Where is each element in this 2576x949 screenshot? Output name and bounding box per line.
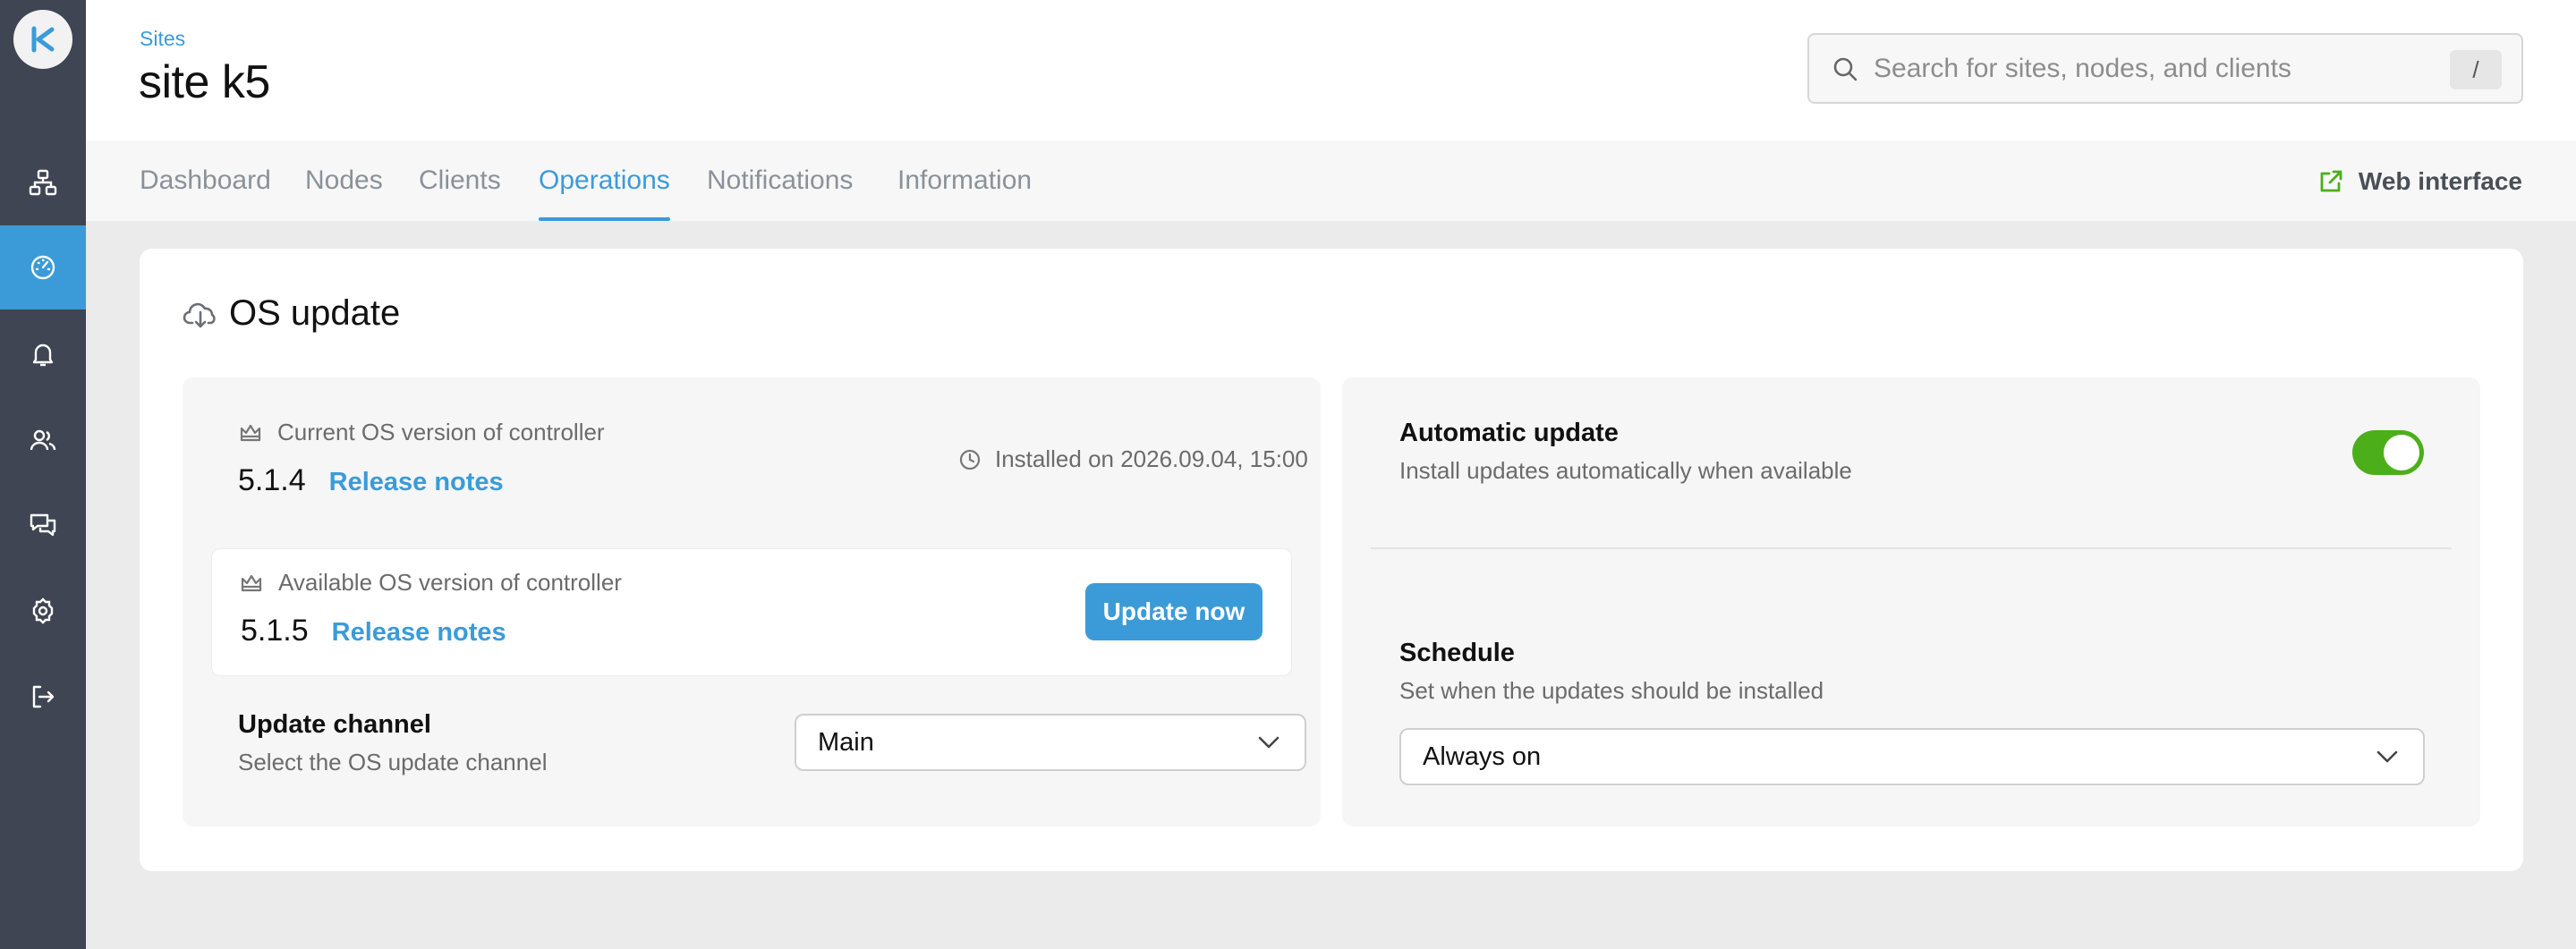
page-title: site k5 <box>139 56 270 108</box>
update-now-button[interactable]: Update now <box>1085 583 1262 640</box>
sidebar-item-notifications[interactable] <box>0 312 86 396</box>
search-box[interactable]: / <box>1807 33 2523 104</box>
automatic-update-panel: Automatic update Install updates automat… <box>1342 377 2480 826</box>
update-channel-title: Update channel <box>238 710 431 739</box>
logout-icon <box>32 685 55 708</box>
tab-information[interactable]: Information <box>897 165 1032 221</box>
update-channel-subtitle: Select the OS update channel <box>238 749 548 775</box>
current-version-label: Current OS version of controller <box>238 419 605 446</box>
sidebar-item-logout[interactable] <box>0 655 86 739</box>
schedule-text: Schedule Set when the updates should be … <box>1399 639 1824 705</box>
card-header: OS update <box>183 293 400 334</box>
tab-bar: Dashboard Nodes Clients Operations Notif… <box>86 140 2576 221</box>
current-release-notes-link[interactable]: Release notes <box>329 468 504 497</box>
bell-icon <box>32 343 54 367</box>
version-panel: Current OS version of controller 5.1.4 R… <box>183 377 1321 826</box>
available-release-notes-link[interactable]: Release notes <box>332 618 506 648</box>
divider <box>1371 547 2452 549</box>
sidebar-item-sites[interactable] <box>0 140 86 225</box>
web-interface-link[interactable]: Web interface <box>2317 167 2522 196</box>
cloud-download-icon <box>183 302 216 327</box>
schedule-value: Always on <box>1423 741 1542 771</box>
tab-clients[interactable]: Clients <box>419 165 501 221</box>
users-icon <box>30 429 56 451</box>
header: Sites site k5 / <box>86 0 2576 140</box>
schedule-title: Schedule <box>1399 639 1515 667</box>
chat-icon <box>30 513 56 537</box>
tab-operations[interactable]: Operations <box>539 165 670 221</box>
automatic-update-text: Automatic update Install updates automat… <box>1399 419 1852 485</box>
sidebar-item-dashboard[interactable] <box>0 225 86 309</box>
current-version-number: 5.1.4 <box>238 463 306 497</box>
schedule-select[interactable]: Always on <box>1399 728 2425 785</box>
crown-icon <box>241 574 262 591</box>
sidebar-item-users[interactable] <box>0 398 86 482</box>
automatic-update-title: Automatic update <box>1399 419 1619 447</box>
tab-notifications[interactable]: Notifications <box>707 165 853 221</box>
available-version-label: Available OS version of controller <box>239 569 622 597</box>
sidebar-item-messages[interactable] <box>0 483 86 567</box>
search-input[interactable] <box>1874 53 2428 84</box>
external-link-icon <box>2320 170 2342 192</box>
tab-nodes[interactable]: Nodes <box>305 165 383 221</box>
chevron-down-icon <box>2376 750 2398 763</box>
installed-date: Installed on 2026.09.04, 15:00 <box>995 445 1308 472</box>
schedule-subtitle: Set when the updates should be installed <box>1399 677 1824 704</box>
current-version-text: Current OS version of controller <box>277 419 605 445</box>
available-version-row: 5.1.5 Release notes <box>241 614 506 648</box>
search-icon <box>1833 57 1858 80</box>
update-channel-text: Update channel Select the OS update chan… <box>238 710 547 776</box>
automatic-update-subtitle: Install updates automatically when avail… <box>1399 457 1852 484</box>
update-channel-select[interactable]: Main <box>795 714 1306 771</box>
gear-icon <box>32 597 54 624</box>
available-version-text: Available OS version of controller <box>278 569 622 596</box>
chevron-down-icon <box>1258 736 1279 749</box>
web-interface-label: Web interface <box>2358 167 2522 195</box>
clock-icon <box>959 449 981 470</box>
card-title: OS update <box>229 293 401 333</box>
search-shortcut-key: / <box>2450 50 2502 89</box>
sidebar <box>0 0 86 949</box>
update-channel-value: Main <box>818 727 874 757</box>
logo[interactable] <box>13 10 72 69</box>
installed-info: Installed on 2026.09.04, 15:00 <box>957 445 1308 473</box>
sidebar-item-settings[interactable] <box>0 569 86 653</box>
os-update-card: OS update Current OS version of controll… <box>140 249 2523 871</box>
gauge-icon <box>30 255 55 280</box>
network-icon <box>29 169 57 196</box>
crown-icon <box>240 424 261 441</box>
available-version-number: 5.1.5 <box>241 614 309 648</box>
logo-icon <box>31 26 55 53</box>
automatic-update-toggle[interactable] <box>2352 430 2424 475</box>
current-version-row: 5.1.4 Release notes <box>238 463 504 498</box>
available-version-box: Available OS version of controller 5.1.5… <box>211 548 1292 676</box>
tab-dashboard[interactable]: Dashboard <box>140 165 271 221</box>
breadcrumb[interactable]: Sites <box>140 27 185 51</box>
